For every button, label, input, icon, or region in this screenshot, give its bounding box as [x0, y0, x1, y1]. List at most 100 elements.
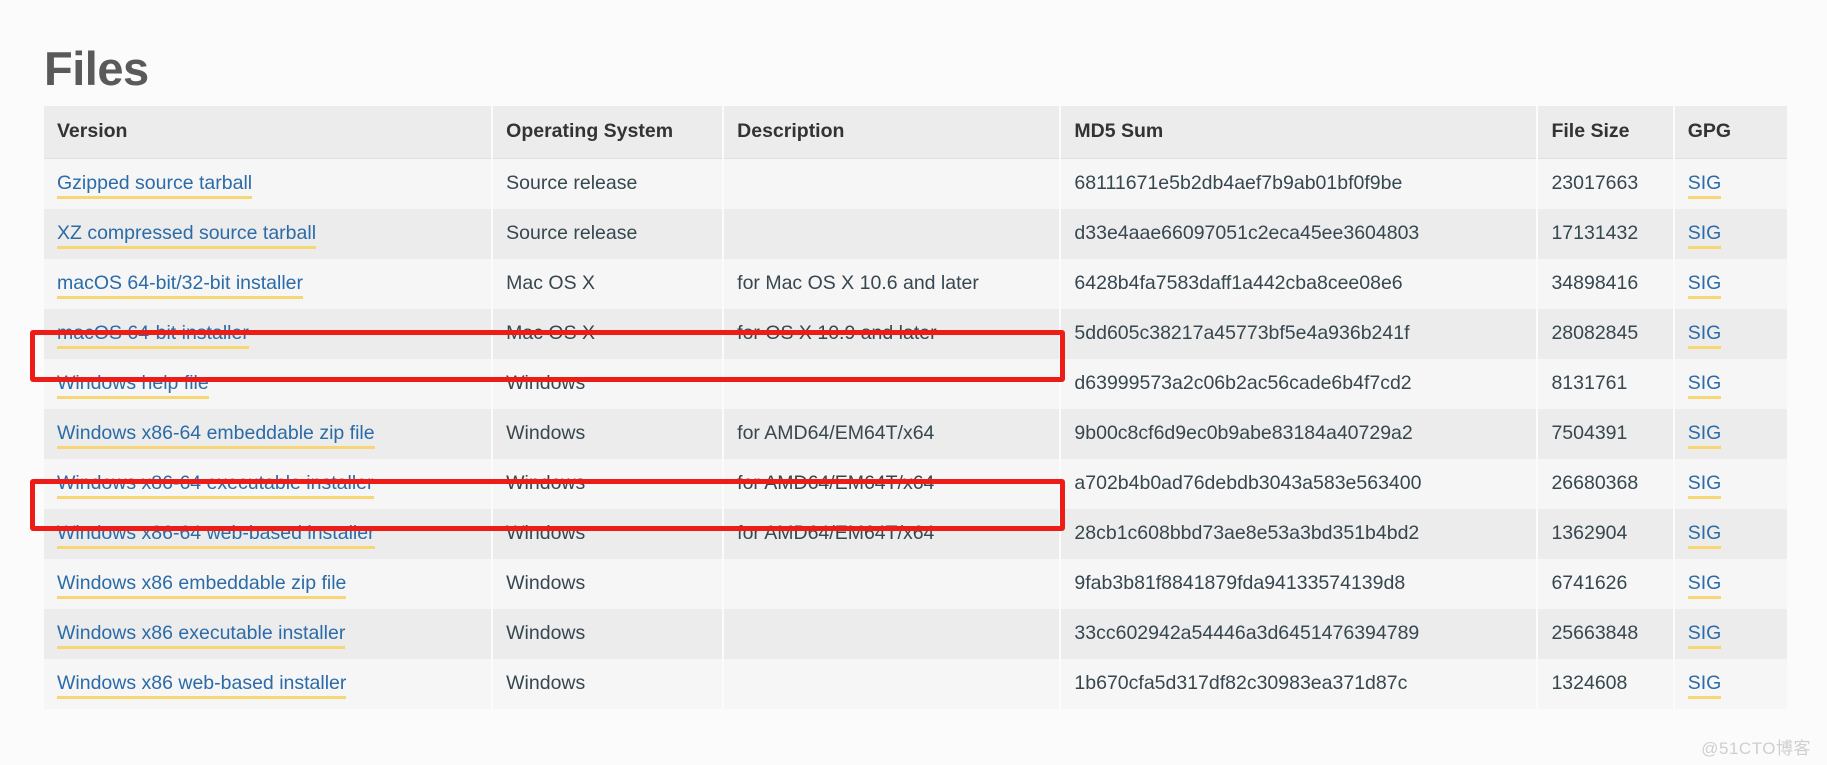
sig-link[interactable]: SIG: [1687, 322, 1722, 349]
cell-gpg: SIG: [1673, 359, 1787, 409]
column-header-md5-sum: MD5 Sum: [1060, 106, 1539, 159]
cell-version: Windows x86 web-based installer: [44, 659, 494, 709]
files-table-header: Version Operating System Description MD5…: [44, 106, 1787, 159]
cell-description: for AMD64/EM64T/x64: [723, 409, 1062, 459]
download-link[interactable]: Gzipped source tarball: [57, 172, 253, 199]
cell-operating-system: Source release: [492, 209, 725, 259]
download-link[interactable]: Windows help file: [57, 372, 209, 399]
cell-description: for AMD64/EM64T/x64: [723, 509, 1062, 559]
sig-link[interactable]: SIG: [1687, 572, 1722, 599]
download-link[interactable]: Windows x86 embeddable zip file: [57, 572, 347, 599]
cell-file-size: 6741626: [1537, 559, 1675, 609]
cell-md5-sum: 68111671e5b2db4aef7b9ab01bf0f9be: [1060, 158, 1539, 209]
cell-description: [723, 659, 1062, 709]
column-header-file-size: File Size: [1537, 106, 1675, 159]
cell-description: [723, 559, 1062, 609]
files-table-container: Version Operating System Description MD5…: [44, 106, 1787, 709]
cell-operating-system: Mac OS X: [492, 259, 725, 309]
cell-md5-sum: 33cc602942a54446a3d6451476394789: [1060, 609, 1539, 659]
cell-operating-system: Windows: [492, 509, 725, 559]
cell-file-size: 1362904: [1537, 509, 1675, 559]
download-link[interactable]: Windows x86 web-based installer: [57, 672, 347, 699]
sig-link[interactable]: SIG: [1687, 422, 1722, 449]
page-title: Files: [44, 42, 149, 96]
download-link[interactable]: Windows x86-64 executable installer: [57, 472, 374, 499]
column-header-description: Description: [723, 106, 1062, 159]
cell-gpg: SIG: [1673, 309, 1787, 359]
table-row: Windows x86 web-based installer Windows 1b…: [44, 659, 1787, 709]
table-row: Gzipped source tarball Source release 6811…: [44, 158, 1787, 209]
cell-md5-sum: 6428b4fa7583daff1a442cba8cee08e6: [1060, 259, 1539, 309]
cell-file-size: 26680368: [1537, 459, 1675, 509]
cell-description: [723, 359, 1062, 409]
cell-operating-system: Windows: [492, 459, 725, 509]
table-row: XZ compressed source tarball Source relea…: [44, 209, 1787, 259]
cell-description: for Mac OS X 10.6 and later: [723, 259, 1062, 309]
cell-gpg: SIG: [1673, 509, 1787, 559]
cell-version: macOS 64-bit/32-bit installer: [44, 259, 494, 309]
cell-md5-sum: 1b670cfa5d317df82c30983ea371d87c: [1060, 659, 1539, 709]
cell-file-size: 17131432: [1537, 209, 1675, 259]
download-link[interactable]: macOS 64-bit/32-bit installer: [57, 272, 304, 299]
table-row: Windows x86-64 web-based installer Window…: [44, 509, 1787, 559]
cell-file-size: 23017663: [1537, 158, 1675, 209]
table-row: Windows help file Windows d63999573a2c06b2…: [44, 359, 1787, 409]
cell-gpg: SIG: [1673, 409, 1787, 459]
download-link[interactable]: macOS 64-bit installer: [57, 322, 249, 349]
download-link[interactable]: Windows x86-64 embeddable zip file: [57, 422, 375, 449]
cell-version: Windows help file: [44, 359, 494, 409]
cell-operating-system: Mac OS X: [492, 309, 725, 359]
sig-link[interactable]: SIG: [1687, 172, 1722, 199]
cell-gpg: SIG: [1673, 158, 1787, 209]
cell-md5-sum: 28cb1c608bbd73ae8e53a3bd351b4bd2: [1060, 509, 1539, 559]
files-table: Version Operating System Description MD5…: [44, 106, 1787, 709]
cell-md5-sum: d63999573a2c06b2ac56cade6b4f7cd2: [1060, 359, 1539, 409]
files-table-body: Gzipped source tarball Source release 6811…: [44, 158, 1787, 709]
column-header-gpg: GPG: [1673, 106, 1787, 159]
download-link[interactable]: XZ compressed source tarball: [57, 222, 317, 249]
cell-gpg: SIG: [1673, 559, 1787, 609]
sig-link[interactable]: SIG: [1687, 372, 1722, 399]
sig-link[interactable]: SIG: [1687, 272, 1722, 299]
cell-md5-sum: d33e4aae66097051c2eca45ee3604803: [1060, 209, 1539, 259]
cell-operating-system: Windows: [492, 609, 725, 659]
download-link[interactable]: Windows x86 executable installer: [57, 622, 346, 649]
cell-version: macOS 64-bit installer: [44, 309, 494, 359]
cell-file-size: 1324608: [1537, 659, 1675, 709]
cell-description: [723, 609, 1062, 659]
cell-gpg: SIG: [1673, 459, 1787, 509]
table-row: Windows x86 executable installer Windows 3…: [44, 609, 1787, 659]
sig-link[interactable]: SIG: [1687, 472, 1722, 499]
cell-md5-sum: 5dd605c38217a45773bf5e4a936b241f: [1060, 309, 1539, 359]
cell-version: Windows x86-64 web-based installer: [44, 509, 494, 559]
table-row: macOS 64-bit installer Mac OS Xfor OS X 1…: [44, 309, 1787, 359]
cell-gpg: SIG: [1673, 659, 1787, 709]
sig-link[interactable]: SIG: [1687, 222, 1722, 249]
column-header-operating-system: Operating System: [492, 106, 725, 159]
sig-link[interactable]: SIG: [1687, 672, 1722, 699]
cell-description: [723, 158, 1062, 209]
cell-operating-system: Windows: [492, 409, 725, 459]
table-row: Windows x86-64 embeddable zip file Window…: [44, 409, 1787, 459]
cell-description: for OS X 10.9 and later: [723, 309, 1062, 359]
cell-gpg: SIG: [1673, 259, 1787, 309]
cell-operating-system: Windows: [492, 559, 725, 609]
cell-operating-system: Windows: [492, 659, 725, 709]
sig-link[interactable]: SIG: [1687, 522, 1722, 549]
cell-md5-sum: 9b00c8cf6d9ec0b9abe83184a40729a2: [1060, 409, 1539, 459]
cell-version: Windows x86 executable installer: [44, 609, 494, 659]
cell-version: Gzipped source tarball: [44, 158, 494, 209]
table-header-row: Version Operating System Description MD5…: [44, 106, 1787, 159]
files-page: Files Version Operating System Descripti…: [0, 0, 1827, 765]
cell-version: XZ compressed source tarball: [44, 209, 494, 259]
watermark: @51CTO博客: [1701, 739, 1811, 758]
table-row: Windows x86 embeddable zip file Windows 9f…: [44, 559, 1787, 609]
cell-gpg: SIG: [1673, 209, 1787, 259]
cell-md5-sum: 9fab3b81f8841879fda94133574139d8: [1060, 559, 1539, 609]
cell-file-size: 8131761: [1537, 359, 1675, 409]
cell-operating-system: Windows: [492, 359, 725, 409]
download-link[interactable]: Windows x86-64 web-based installer: [57, 522, 375, 549]
sig-link[interactable]: SIG: [1687, 622, 1722, 649]
cell-md5-sum: a702b4b0ad76debdb3043a583e563400: [1060, 459, 1539, 509]
cell-file-size: 7504391: [1537, 409, 1675, 459]
